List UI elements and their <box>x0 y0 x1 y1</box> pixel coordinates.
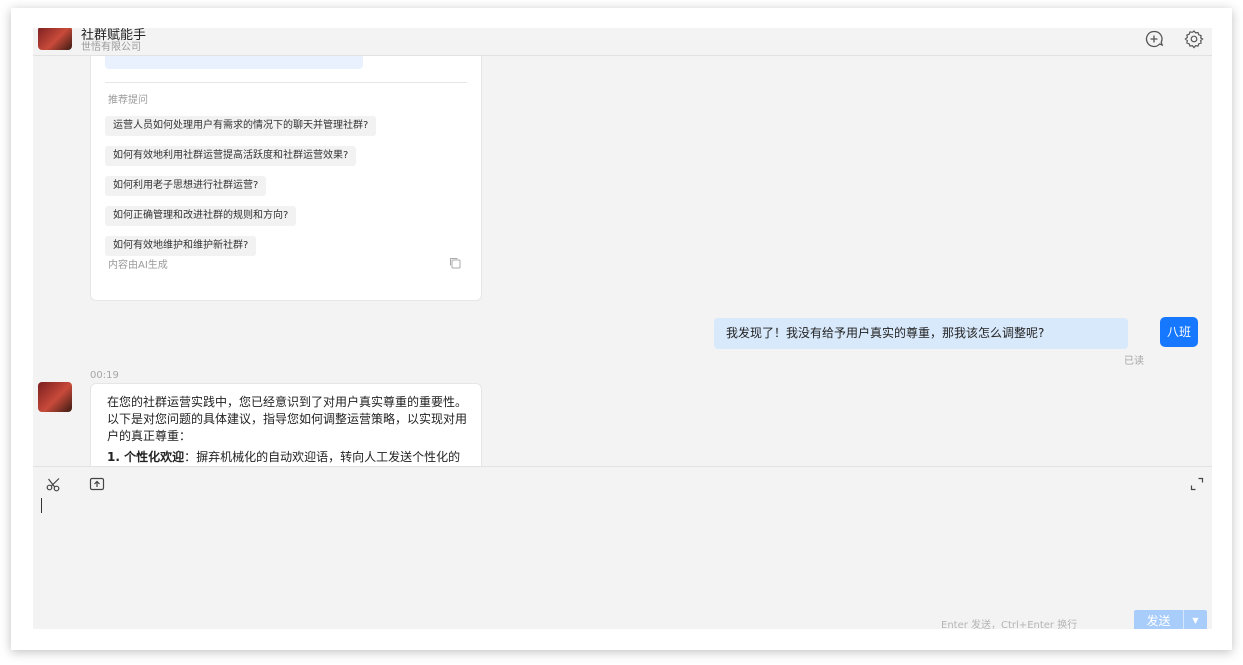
bot-avatar[interactable] <box>38 28 72 50</box>
message-timestamp: 00:19 <box>90 370 119 381</box>
send-hint: Enter 发送，Ctrl+Enter 换行 <box>941 620 1078 629</box>
recommend-question[interactable]: 如何利用老子思想进行社群运营? <box>105 176 267 196</box>
bot-avatar[interactable] <box>38 382 72 412</box>
expand-icon[interactable] <box>1188 475 1206 493</box>
ai-generated-note: 内容由AI生成 <box>108 260 168 271</box>
recommend-question[interactable]: 如何有效地维护和维护新社群? <box>105 236 257 256</box>
send-options-dropdown[interactable]: ▼ <box>1183 610 1207 629</box>
send-button[interactable]: 发送 <box>1134 610 1183 629</box>
recommend-card: 推荐提问 运营人员如何处理用户有需求的情况下的聊天并管理社群? 如何有效地利用社… <box>90 56 482 301</box>
outgoing-message[interactable]: 我发现了！我没有给予用户真实的尊重，那我该怎么调整呢? <box>714 318 1128 349</box>
message-input[interactable] <box>39 497 1199 607</box>
chat-subtitle: 世悟有限公司 <box>81 42 141 53</box>
recommend-list: 运营人员如何处理用户有需求的情况下的聊天并管理社群? 如何有效地利用社群运营提高… <box>105 113 377 263</box>
settings-icon[interactable] <box>1183 28 1205 50</box>
text-caret <box>41 498 42 513</box>
message-list[interactable]: 推荐提问 运营人员如何处理用户有需求的情况下的聊天并管理社群? 如何有效地利用社… <box>33 56 1212 466</box>
card-divider <box>105 82 467 83</box>
recommend-question[interactable]: 运营人员如何处理用户有需求的情况下的聊天并管理社群? <box>105 116 377 136</box>
message-paragraph: 在您的社群运营实践中，您已经意识到了对用户真实尊重的重要性。以下是对您问题的具体… <box>107 395 468 443</box>
user-avatar[interactable]: 八班 <box>1160 317 1198 347</box>
message-paragraph: 1. 个性化欢迎：摒弃机械化的自动欢迎语，转向人工发送个性化的欢迎信息。针对每位… <box>107 449 467 466</box>
copy-icon[interactable] <box>448 255 462 269</box>
chat-window: 社群赋能手 世悟有限公司 推荐提问 运营人员如何处理用户有需求的情况下的聊天并管… <box>11 8 1232 650</box>
read-status: 已读 <box>1124 356 1144 367</box>
chevron-down-icon: ▼ <box>1192 616 1199 625</box>
upload-file-icon[interactable] <box>88 475 106 493</box>
chat-header: 社群赋能手 世悟有限公司 <box>33 28 1212 56</box>
recommend-title: 推荐提问 <box>108 95 148 106</box>
composer: Enter 发送，Ctrl+Enter 换行 发送 ▼ <box>33 466 1212 629</box>
add-chat-icon[interactable] <box>1143 28 1165 50</box>
scissors-icon[interactable] <box>45 475 63 493</box>
recommend-question[interactable]: 如何正确管理和改进社群的规则和方向? <box>105 206 297 226</box>
incoming-message[interactable]: 在您的社群运营实践中，您已经意识到了对用户真实尊重的重要性。以下是对您问题的具体… <box>90 383 482 466</box>
truncated-message-bubble <box>105 56 363 69</box>
point-title: 1. 个性化欢迎 <box>107 450 185 464</box>
chat-app: 社群赋能手 世悟有限公司 推荐提问 运营人员如何处理用户有需求的情况下的聊天并管… <box>33 28 1212 629</box>
recommend-question[interactable]: 如何有效地利用社群运营提高活跃度和社群运营效果? <box>105 146 357 166</box>
